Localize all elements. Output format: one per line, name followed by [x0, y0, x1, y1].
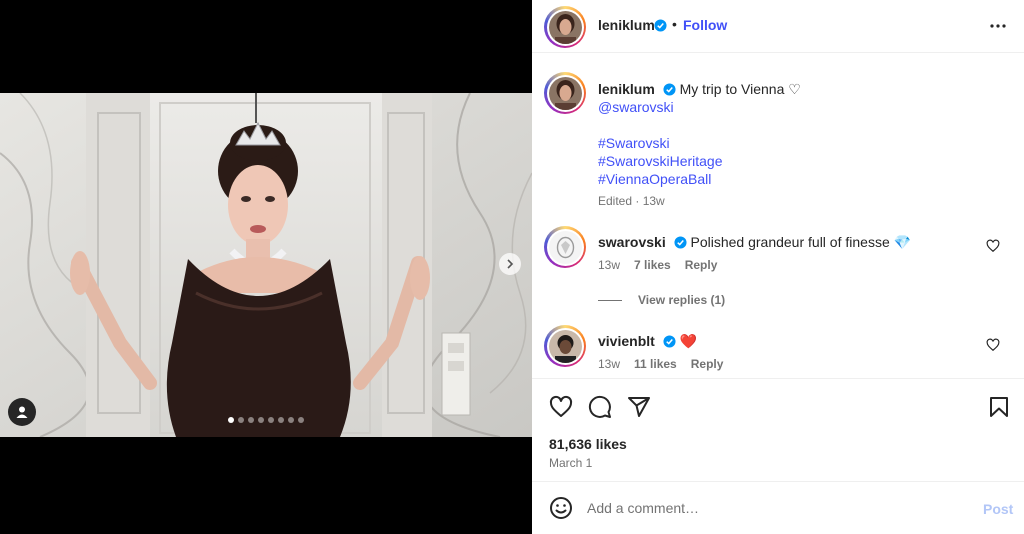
carousel-dot [258, 417, 264, 423]
verified-badge-icon [663, 83, 676, 96]
comment-meta: 13w 11 likes Reply [598, 357, 723, 371]
view-replies-button[interactable]: View replies (1) [598, 293, 725, 307]
comment-text-line: swarovski Polished grandeur full of fine… [598, 234, 978, 251]
swarovski-logo-icon [548, 230, 582, 264]
comment-meta: 13w 7 likes Reply [598, 258, 717, 272]
separator-dot: • [672, 16, 677, 32]
commenter-username[interactable]: swarovski [598, 234, 666, 250]
likes-count[interactable]: 81,636 likes [549, 436, 627, 452]
next-image-button[interactable] [499, 253, 521, 275]
like-comment-heart-icon[interactable] [986, 239, 1000, 253]
carousel-dot [288, 417, 294, 423]
comment-likes[interactable]: 11 likes [634, 357, 677, 371]
author-username[interactable]: leniklum [598, 17, 655, 33]
carousel-dot [278, 417, 284, 423]
commenter-avatar[interactable] [544, 226, 586, 268]
commenter-avatar[interactable] [544, 325, 586, 367]
verified-badge-icon [674, 236, 687, 249]
comment-bubble-icon[interactable] [588, 395, 612, 419]
reply-button[interactable]: Reply [685, 258, 718, 272]
comment-time: 13w [598, 258, 621, 272]
reply-button[interactable]: Reply [691, 357, 724, 371]
post-header: leniklum • Follow [532, 0, 1024, 53]
avatar-image [548, 76, 582, 110]
like-heart-icon[interactable] [549, 395, 573, 419]
post-actions: 81,636 likes March 1 [532, 378, 1024, 481]
carousel-dot [238, 417, 244, 423]
carousel-indicator [228, 417, 304, 423]
heart-emoji: ❤️ [679, 333, 698, 349]
hashtag-link[interactable]: #SwarovskiHeritage [598, 152, 1018, 170]
add-comment-bar: Post [532, 481, 1024, 534]
mention-link[interactable]: @swarovski [598, 98, 1018, 116]
caption-username[interactable]: leniklum [598, 81, 655, 97]
bookmark-icon[interactable] [987, 395, 1011, 419]
hashtag-link[interactable]: #Swarovski [598, 134, 1018, 152]
caption-body: leniklum My trip to Vienna ♡ @swarovski … [598, 80, 1018, 210]
post-date[interactable]: March 1 [549, 456, 592, 470]
carousel-dot [228, 417, 234, 423]
gem-emoji: 💎 [893, 234, 912, 250]
ellipsis-icon[interactable] [988, 16, 1008, 36]
comment-text-line: vivienblt ❤️ [598, 333, 978, 350]
caption-author-avatar[interactable] [544, 72, 586, 114]
emoji-smiley-icon[interactable] [549, 496, 573, 520]
comment-input[interactable] [587, 497, 967, 519]
comment-likes[interactable]: 7 likes [634, 258, 671, 272]
avatar-image [548, 10, 582, 44]
replies-divider-line [598, 299, 622, 301]
caption-meta: Edited · 13w [598, 194, 665, 208]
caption-text: My trip to Vienna ♡ [679, 81, 801, 97]
post-details-panel: leniklum • Follow leniklum My trip to Vi… [532, 0, 1024, 534]
hashtag-link[interactable]: #ViennaOperaBall [598, 170, 1018, 188]
post-media [0, 0, 532, 534]
chevron-right-icon [507, 259, 514, 269]
follow-button[interactable]: Follow [683, 17, 727, 33]
photo-illustration [0, 93, 532, 437]
verified-badge-icon [663, 335, 676, 348]
carousel-dot [268, 417, 274, 423]
comment-text: Polished grandeur full of finesse [690, 234, 890, 250]
post-comment-button[interactable]: Post [983, 501, 1013, 517]
avatar-image [548, 329, 582, 363]
carousel-dot [298, 417, 304, 423]
post-photo[interactable] [0, 93, 532, 437]
comment-time: 13w [598, 357, 621, 371]
view-replies-label: View replies (1) [638, 293, 726, 307]
like-comment-heart-icon[interactable] [986, 338, 1000, 352]
share-send-icon[interactable] [627, 395, 651, 419]
user-icon [16, 406, 28, 418]
author-avatar[interactable] [544, 6, 586, 48]
commenter-username[interactable]: vivienblt [598, 333, 655, 349]
tagged-users-button[interactable] [8, 398, 36, 426]
verified-badge-icon [654, 19, 667, 32]
carousel-dot [248, 417, 254, 423]
